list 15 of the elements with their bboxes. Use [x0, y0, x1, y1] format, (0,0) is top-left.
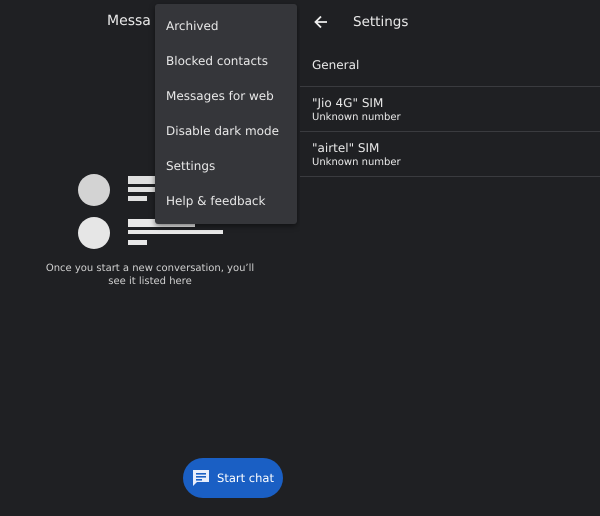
preference-row[interactable]: General	[300, 44, 600, 87]
menu-item[interactable]: Settings	[155, 149, 297, 184]
menu-item[interactable]: Archived	[155, 9, 297, 44]
screen-title: Settings	[353, 14, 408, 30]
menu-item[interactable]: Help & feedback	[155, 184, 297, 219]
empty-state-message: Once you start a new conversation, you’ll see it listed here	[44, 262, 256, 288]
back-arrow-icon[interactable]	[314, 15, 328, 29]
app-title: Messa	[107, 13, 151, 29]
preference-row[interactable]: "airtel" SIM Unknown number	[300, 132, 600, 177]
menu-item[interactable]: Blocked contacts	[155, 44, 297, 79]
menu-item[interactable]: Disable dark mode	[155, 114, 297, 149]
preference-row[interactable]: "Jio 4G" SIM Unknown number	[300, 87, 600, 132]
chat-bubble-icon	[192, 469, 210, 487]
menu-item[interactable]: Messages for web	[155, 79, 297, 114]
start-chat-button[interactable]: Start chat	[183, 458, 283, 498]
